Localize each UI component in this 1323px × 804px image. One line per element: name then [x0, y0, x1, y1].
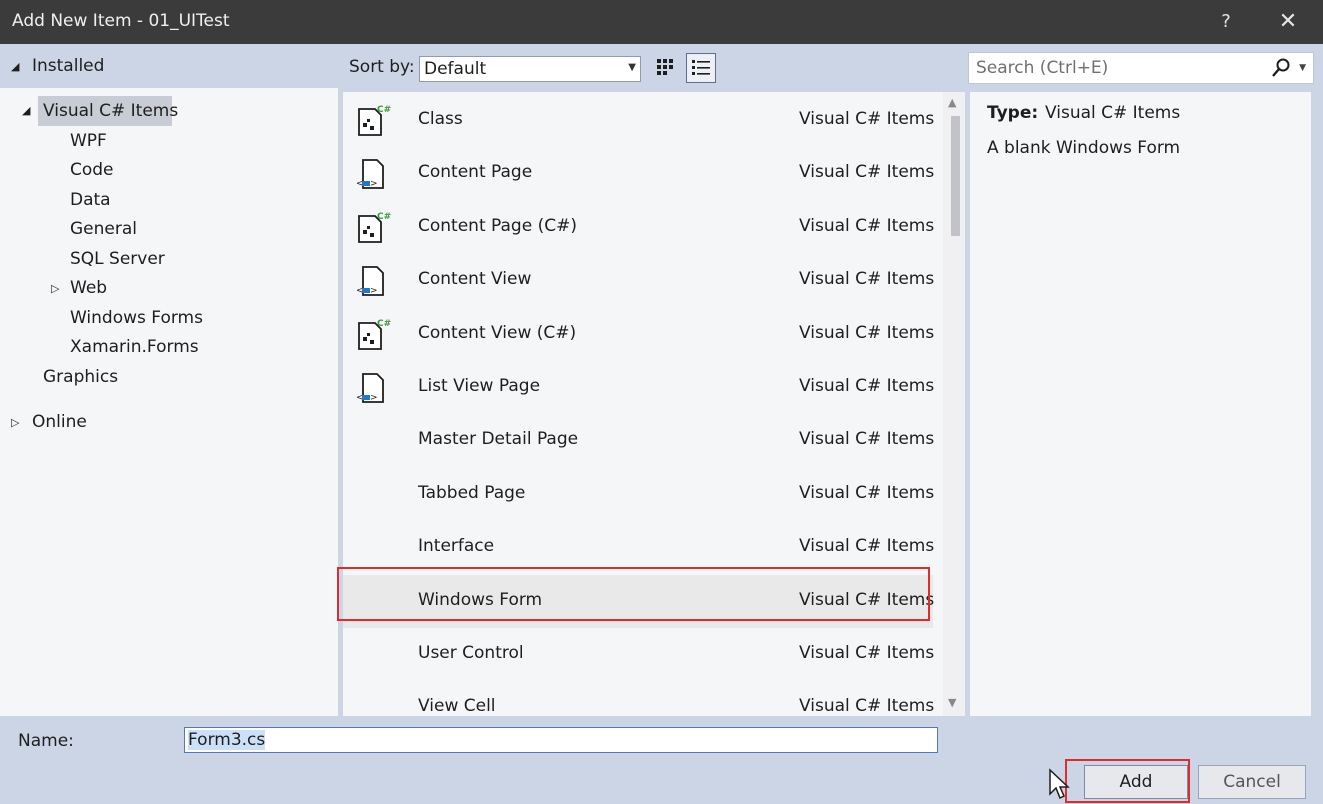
scroll-down-arrow-icon[interactable]: ▼ [948, 696, 956, 709]
details-panel: Type: Visual C# Items A blank Windows Fo… [970, 92, 1311, 716]
template-row[interactable]: Tabbed Page Visual C# Items [343, 468, 935, 521]
template-row[interactable]: C# Content Page (C#) Visual C# Items [343, 201, 935, 254]
dropdown-arrow-icon: ▼ [628, 62, 636, 73]
tree-item-general[interactable]: General [70, 219, 137, 239]
template-category: Visual C# Items [799, 215, 935, 236]
collapse-triangle-icon[interactable]: ◢ [22, 104, 30, 117]
template-category: Visual C# Items [799, 322, 935, 343]
xaml-page-icon: < > [355, 156, 391, 192]
expand-triangle-icon[interactable]: ▷ [11, 416, 19, 429]
template-row[interactable]: C# Content View (C#) Visual C# Items [343, 308, 935, 361]
svg-text:C#: C# [377, 212, 391, 222]
template-name: Content View (C#) [418, 322, 577, 343]
search-placeholder: Search (Ctrl+E) [976, 58, 1109, 78]
template-row[interactable]: View Cell Visual C# Items [343, 681, 935, 716]
help-button[interactable]: ? [1213, 9, 1239, 35]
cancel-button[interactable]: Cancel [1198, 765, 1306, 799]
expand-triangle-icon[interactable]: ▷ [51, 282, 59, 295]
template-category: Visual C# Items [799, 696, 935, 716]
template-category: Visual C# Items [799, 536, 935, 557]
xaml-page-icon: < > [355, 263, 391, 299]
csharp-class-icon: C# [355, 210, 391, 246]
template-category: Visual C# Items [799, 643, 935, 663]
tree-item-installed[interactable]: Installed [32, 56, 104, 76]
template-name: View Cell [418, 696, 496, 716]
template-row[interactable]: < > List View Page Visual C# Items [343, 361, 935, 414]
template-category: Visual C# Items [799, 482, 935, 503]
scroll-up-arrow-icon[interactable]: ▲ [948, 96, 956, 109]
template-row[interactable]: User Control Visual C# Items [343, 628, 935, 681]
template-name: Class [418, 109, 463, 129]
tree-item-graphics[interactable]: Graphics [43, 367, 118, 387]
tree-installed-row[interactable]: ◢ Installed [0, 44, 338, 88]
grid-view-icon [657, 59, 673, 75]
template-name: Content View [418, 269, 532, 290]
tree-item-windows-forms[interactable]: Windows Forms [70, 308, 203, 328]
csharp-class-icon: C# [355, 317, 391, 353]
selection-annotation-box [337, 567, 930, 621]
svg-text:>: > [370, 179, 378, 189]
template-row[interactable]: < > Content Page Visual C# Items [343, 147, 935, 200]
template-list: C# Class Visual C# Items < > Content Page Visu… [343, 92, 943, 716]
template-row[interactable]: Master Detail Page Visual C# Items [343, 414, 935, 467]
search-input[interactable]: Search (Ctrl+E) ▼ [968, 52, 1314, 84]
template-name: List View Page [418, 376, 541, 396]
list-view-icon [692, 60, 710, 75]
svg-text:>: > [370, 286, 378, 296]
tree-item-online[interactable]: Online [32, 412, 87, 432]
mouse-cursor-icon [1049, 768, 1070, 800]
type-value: Visual C# Items [1045, 103, 1181, 123]
template-category: Visual C# Items [799, 109, 935, 129]
tree-item-data[interactable]: Data [70, 190, 111, 210]
tree-item-web[interactable]: Web [70, 278, 107, 298]
sort-by-value: Default [424, 59, 487, 79]
tree-item-wpf[interactable]: WPF [70, 131, 107, 151]
svg-text:>: > [370, 393, 378, 403]
template-name: Content Page [418, 162, 533, 183]
template-name: User Control [418, 643, 524, 663]
csharp-class-icon: C# [355, 103, 391, 139]
template-category: Visual C# Items [799, 162, 935, 183]
tree-item-code[interactable]: Code [70, 160, 114, 180]
template-row[interactable]: < > Content View Visual C# Items [343, 254, 935, 307]
template-name: Interface [418, 536, 495, 557]
type-label: Type: [987, 103, 1039, 123]
search-icon[interactable] [1271, 57, 1291, 79]
add-button-annotation-box [1065, 759, 1190, 803]
svg-text:C#: C# [377, 105, 391, 115]
template-list-scrollbar[interactable]: ▲ ▼ [943, 92, 965, 716]
tree-item-xamarin-forms[interactable]: Xamarin.Forms [70, 337, 199, 357]
collapse-triangle-icon[interactable]: ◢ [11, 60, 19, 73]
search-options-arrow-icon[interactable]: ▼ [1299, 63, 1306, 73]
template-description: A blank Windows Form [987, 138, 1181, 158]
name-input-value: Form3.cs [188, 730, 266, 750]
template-category: Visual C# Items [799, 269, 935, 290]
template-name: Tabbed Page [418, 482, 526, 503]
template-name: Content Page (C#) [418, 215, 577, 236]
template-name: Master Detail Page [418, 429, 579, 450]
small-icons-view-button[interactable] [653, 55, 681, 83]
scrollbar-thumb[interactable] [951, 116, 960, 236]
template-row[interactable]: C# Class Visual C# Items [343, 94, 935, 147]
details-view-button[interactable] [686, 53, 716, 83]
name-input[interactable]: Form3.cs [184, 727, 938, 753]
window-title: Add New Item - 01_UITest [12, 11, 230, 31]
name-label: Name: [18, 731, 74, 751]
sort-by-dropdown[interactable]: Default ▼ [419, 56, 641, 82]
template-category: Visual C# Items [799, 376, 935, 396]
close-button[interactable]: ✕ [1272, 7, 1304, 37]
xaml-page-icon: < > [355, 370, 391, 406]
template-category: Visual C# Items [799, 429, 935, 450]
sort-by-label: Sort by: [349, 57, 415, 77]
svg-text:C#: C# [377, 319, 391, 329]
tree-item-visual-csharp[interactable]: Visual C# Items [43, 101, 178, 121]
tree-item-sql-server[interactable]: SQL Server [70, 249, 165, 269]
